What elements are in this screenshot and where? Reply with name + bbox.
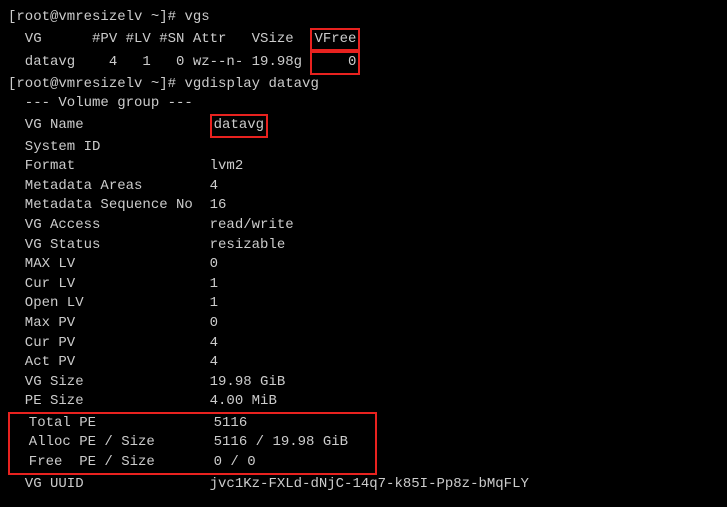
command-vgs: vgs — [184, 9, 209, 25]
terminal-output: [root@vmresizelv ~]# vgs VG #PV #LV #SN … — [8, 8, 719, 494]
shell-prompt: [root@vmresizelv ~]# — [8, 9, 184, 25]
max-pv-row: Max PV 0 — [8, 314, 719, 334]
total-pe-row: Total PE 5116 — [10, 414, 375, 434]
open-lv-row: Open LV 1 — [8, 294, 719, 314]
vg-name-label: VG Name — [8, 117, 210, 133]
highlight-vfree-header: VFree — [310, 28, 360, 52]
pe-size-row: PE Size 4.00 MiB — [8, 392, 719, 412]
vgs-row-values: datavg 4 1 0 wz--n- 19.98g — [8, 54, 310, 70]
highlight-pe-block: Total PE 5116 Alloc PE / Size 5116 / 19.… — [8, 412, 377, 475]
vg-size-row: VG Size 19.98 GiB — [8, 373, 719, 393]
format-row: Format lvm2 — [8, 157, 719, 177]
metadata-seq-row: Metadata Sequence No 16 — [8, 196, 719, 216]
prompt-line-1: [root@vmresizelv ~]# vgs — [8, 8, 719, 28]
command-vgdisplay: vgdisplay datavg — [184, 76, 318, 92]
max-lv-row: MAX LV 0 — [8, 255, 719, 275]
free-pe-row: Free PE / Size 0 / 0 — [10, 453, 375, 473]
act-pv-row: Act PV 4 — [8, 353, 719, 373]
vgs-row: datavg 4 1 0 wz--n- 19.98g 0 — [8, 51, 719, 75]
vgs-header-cols: VG #PV #LV #SN Attr VSize — [8, 31, 310, 47]
volume-group-section: --- Volume group --- — [8, 94, 719, 114]
metadata-areas-row: Metadata Areas 4 — [8, 177, 719, 197]
cur-lv-row: Cur LV 1 — [8, 275, 719, 295]
vg-uuid-row: VG UUID jvc1Kz-FXLd-dNjC-14q7-k85I-Pp8z-… — [8, 475, 719, 495]
highlight-vfree-value: 0 — [310, 51, 360, 75]
vg-status-row: VG Status resizable — [8, 236, 719, 256]
vg-access-row: VG Access read/write — [8, 216, 719, 236]
vgs-header: VG #PV #LV #SN Attr VSize VFree — [8, 28, 719, 52]
vg-name-row: VG Name datavg — [8, 114, 719, 138]
cur-pv-row: Cur PV 4 — [8, 334, 719, 354]
highlight-vg-name: datavg — [210, 114, 268, 138]
alloc-pe-row: Alloc PE / Size 5116 / 19.98 GiB — [10, 433, 375, 453]
prompt-line-2: [root@vmresizelv ~]# vgdisplay datavg — [8, 75, 719, 95]
shell-prompt: [root@vmresizelv ~]# — [8, 76, 184, 92]
system-id-row: System ID — [8, 138, 719, 158]
